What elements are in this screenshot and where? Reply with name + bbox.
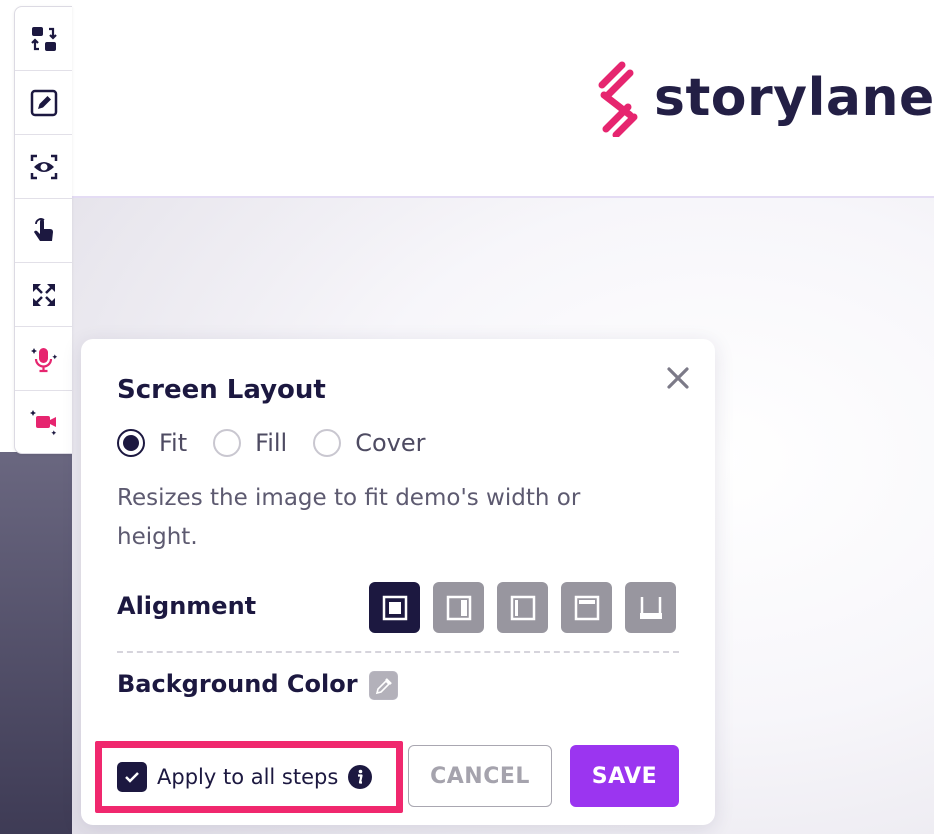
align-center-button[interactable] xyxy=(369,582,420,633)
screen-layout-dialog: Screen Layout Fit Fill Cover Resizes the… xyxy=(81,339,715,825)
background-color-picker[interactable] xyxy=(369,671,398,700)
dialog-title: Screen Layout xyxy=(117,375,326,405)
apply-all-checkbox[interactable] xyxy=(117,762,147,792)
radio-cover-button[interactable] xyxy=(313,429,342,457)
check-icon xyxy=(125,772,139,783)
storylane-wordmark: storylane xyxy=(654,68,934,128)
expand-button[interactable] xyxy=(15,263,72,327)
section-divider xyxy=(117,651,679,653)
radio-cover-label: Cover xyxy=(355,429,426,457)
hotspot-button[interactable] xyxy=(15,199,72,263)
radio-fit[interactable]: Fit xyxy=(117,429,187,457)
demo-header: storylane xyxy=(72,0,934,198)
edit-icon xyxy=(30,89,57,116)
ai-video-button[interactable] xyxy=(15,391,72,453)
expand-icon xyxy=(32,283,55,306)
swap-screens-icon xyxy=(30,26,57,51)
radio-fill-button[interactable] xyxy=(213,429,242,457)
radio-cover[interactable]: Cover xyxy=(313,429,425,457)
cancel-button[interactable]: CANCEL xyxy=(408,745,552,807)
alignment-label: Alignment xyxy=(117,592,257,620)
eyedropper-icon xyxy=(375,677,392,694)
edit-button[interactable] xyxy=(15,71,72,135)
ai-microphone-icon xyxy=(30,347,57,372)
layout-radio-group: Fit Fill Cover xyxy=(117,429,451,457)
info-icon[interactable] xyxy=(348,765,373,789)
align-bottom-icon xyxy=(639,596,662,619)
storylane-logo-icon xyxy=(598,61,638,137)
radio-fit-label: Fit xyxy=(159,429,188,457)
layout-description: Resizes the image to fit demo's width or… xyxy=(117,485,581,550)
preview-button[interactable] xyxy=(15,135,72,199)
ai-video-icon xyxy=(29,410,56,436)
radio-fill-label: Fill xyxy=(255,429,288,457)
ai-voiceover-button[interactable] xyxy=(15,327,72,391)
align-top-button[interactable] xyxy=(561,582,612,633)
alignment-options xyxy=(369,582,676,633)
align-left-icon xyxy=(510,595,535,620)
apply-all-highlight: Apply to all steps xyxy=(95,741,403,813)
preview-eye-icon xyxy=(30,154,57,179)
align-center-icon xyxy=(382,595,407,620)
align-bottom-button[interactable] xyxy=(625,582,676,633)
close-icon[interactable] xyxy=(665,365,691,391)
save-button[interactable]: SAVE xyxy=(570,745,679,807)
radio-fit-button[interactable] xyxy=(117,429,145,457)
align-right-icon xyxy=(446,595,471,620)
radio-fill[interactable]: Fill xyxy=(213,429,287,457)
editor-toolbar xyxy=(14,6,72,454)
background-color-label: Background Color xyxy=(117,670,358,698)
storylane-logo: storylane xyxy=(594,58,934,138)
align-right-button[interactable] xyxy=(433,582,484,633)
swap-screens-button[interactable] xyxy=(15,7,72,71)
align-top-icon xyxy=(574,595,599,620)
apply-all-label: Apply to all steps xyxy=(157,765,339,789)
hotspot-pointer-icon xyxy=(33,217,53,241)
align-left-button[interactable] xyxy=(497,582,548,633)
